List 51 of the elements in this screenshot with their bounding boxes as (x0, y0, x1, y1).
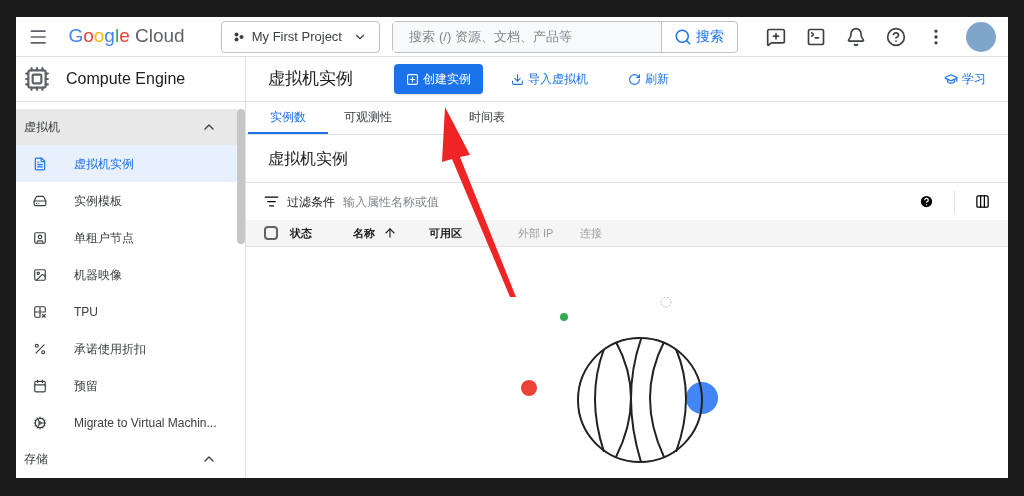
project-dots-icon (233, 31, 244, 42)
create-button[interactable]: 创建实例 (394, 64, 483, 94)
item-icon (33, 230, 47, 245)
product-title: Compute Engine (66, 69, 186, 89)
item-icon (33, 378, 47, 393)
sidebar-item[interactable]: 承诺使用折扣 (16, 330, 237, 367)
sort-arrow-icon[interactable] (383, 226, 397, 240)
tab[interactable]: 时间表 (408, 102, 528, 134)
item-icon (33, 415, 47, 430)
item-icon (33, 267, 47, 282)
column-header[interactable]: 状态 (290, 224, 353, 242)
toolbar-button[interactable]: 刷新 (616, 64, 681, 94)
sidebar-item[interactable]: 预留 (16, 367, 237, 404)
notification-icon[interactable] (846, 26, 866, 47)
graduation-cap-icon (944, 72, 958, 86)
refresh-icon (628, 72, 641, 86)
chip-icon (24, 66, 50, 92)
learn-button[interactable]: 学习 (944, 70, 986, 88)
toolbar-button[interactable]: 导入虚拟机 (499, 64, 600, 94)
help-icon[interactable] (886, 26, 906, 47)
columns-icon[interactable] (975, 194, 990, 209)
filter-field[interactable]: 输入属性名称或值 (343, 192, 911, 211)
project-selector[interactable]: My First Project (220, 20, 381, 53)
section-title: 虚拟机实例 (268, 148, 348, 169)
checkbox[interactable] (264, 226, 278, 240)
scrollbar-thumb[interactable] (237, 109, 245, 244)
sidebar-item[interactable]: 虚拟机实例 (16, 145, 237, 182)
item-icon (33, 156, 47, 171)
avatar[interactable] (966, 21, 996, 52)
filter-label: 过滤条件 (287, 193, 335, 211)
section-header[interactable]: 存储 (16, 441, 237, 477)
page-title: 虚拟机实例 (268, 68, 354, 91)
sidebar-item[interactable]: 机器映像 (16, 256, 237, 293)
terminal-icon[interactable] (806, 26, 826, 47)
tab[interactable]: 实例数 (248, 102, 328, 134)
tab[interactable]: 可观测性 (328, 102, 408, 134)
google-cloud-logo[interactable]: Google Cloud (68, 22, 185, 51)
column-header[interactable]: 可用区 (429, 224, 518, 242)
sidebar-item[interactable]: TPU (16, 293, 237, 330)
filter-icon[interactable] (264, 194, 279, 209)
plus-icon (406, 72, 419, 86)
download-icon (511, 72, 524, 86)
sidebar-item[interactable]: 实例模板 (16, 182, 237, 219)
column-header[interactable]: 名称 (353, 224, 429, 242)
sidebar-item[interactable]: Migrate to Virtual Machin... (16, 404, 237, 441)
item-icon (33, 304, 47, 319)
item-icon (33, 193, 47, 208)
sidebar-item[interactable]: 单租户节点 (16, 219, 237, 256)
section-header[interactable]: 虚拟机 (16, 109, 237, 145)
item-icon (33, 341, 47, 356)
feedback-icon[interactable] (766, 26, 786, 47)
